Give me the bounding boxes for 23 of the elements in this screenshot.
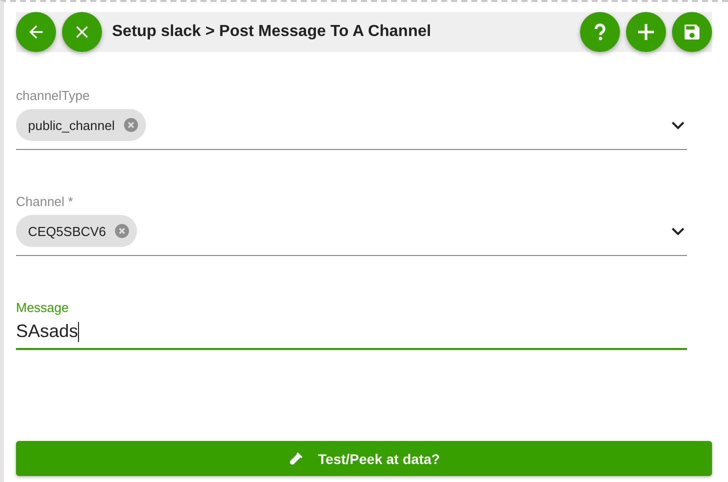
message-input[interactable]: SAsads bbox=[16, 321, 687, 350]
chip-label: public_channel bbox=[28, 118, 115, 132]
field-label: channelType bbox=[16, 88, 90, 103]
chip-label: CEQ5SBCV6 bbox=[28, 224, 106, 238]
save-button[interactable] bbox=[672, 12, 712, 52]
page-title: Setup slack > Post Message To A Channel bbox=[112, 23, 432, 41]
field-label: Message bbox=[16, 300, 69, 315]
remove-icon[interactable] bbox=[115, 224, 130, 238]
selected-chip[interactable]: public_channel bbox=[16, 109, 146, 141]
dropdown-chevron-icon[interactable] bbox=[671, 120, 685, 130]
back-button[interactable] bbox=[16, 12, 56, 52]
plus-icon bbox=[637, 23, 655, 41]
field-label: Channel * bbox=[16, 194, 74, 209]
dropdown-chevron-icon[interactable] bbox=[671, 226, 685, 236]
test-tube-icon bbox=[288, 450, 304, 466]
select-field[interactable]: CEQ5SBCV6 bbox=[16, 215, 687, 256]
help-button[interactable] bbox=[580, 12, 620, 52]
question-mark-icon bbox=[593, 23, 607, 41]
remove-icon[interactable] bbox=[124, 118, 138, 132]
close-button[interactable] bbox=[62, 12, 102, 52]
add-button[interactable] bbox=[626, 12, 666, 52]
selected-chip[interactable]: CEQ5SBCV6 bbox=[16, 215, 138, 247]
select-field[interactable]: public_channel bbox=[16, 109, 687, 150]
